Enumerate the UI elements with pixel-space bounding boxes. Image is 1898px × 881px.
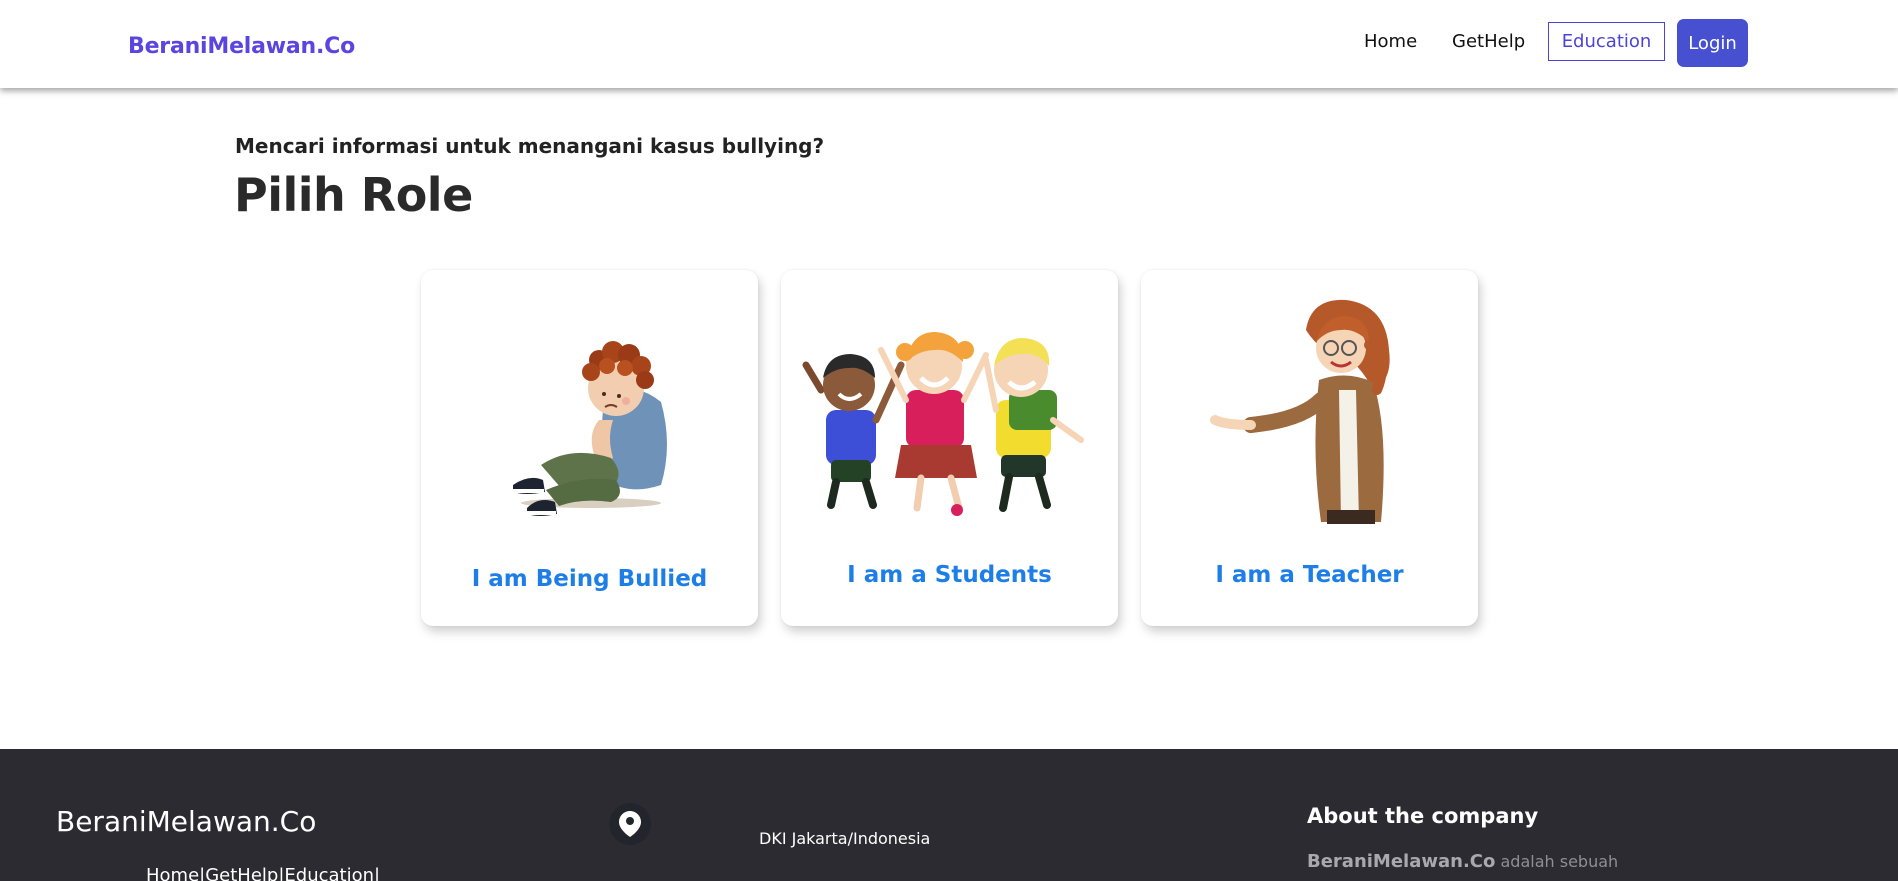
- about-company-description: adalah sebuah: [1500, 852, 1619, 871]
- footer-links[interactable]: Home|GetHelp|Education|: [146, 865, 380, 881]
- role-card-bullied[interactable]: I am Being Bullied: [421, 270, 758, 626]
- role-card-teacher[interactable]: I am a Teacher: [1141, 270, 1478, 626]
- role-card-students[interactable]: I am a Students: [781, 270, 1118, 626]
- sad-boy-illustration: [513, 341, 667, 516]
- footer-brand[interactable]: BeraniMelawan.Co: [56, 805, 316, 838]
- map-pin-icon: [609, 803, 651, 845]
- footer-location: DKI Jakarta/Indonesia: [759, 829, 931, 848]
- role-label-bullied[interactable]: I am Being Bullied: [421, 566, 758, 592]
- login-button[interactable]: Login: [1677, 19, 1748, 67]
- about-company-title: About the company: [1307, 804, 1539, 828]
- role-label-students[interactable]: I am a Students: [781, 562, 1118, 588]
- about-company-text: BeraniMelawan.Co adalah sebuah: [1307, 851, 1637, 872]
- nav-home-link[interactable]: Home: [1364, 31, 1417, 52]
- nav-education-button[interactable]: Education: [1548, 22, 1665, 61]
- teacher-illustration: [1210, 299, 1390, 524]
- role-label-teacher[interactable]: I am a Teacher: [1141, 562, 1478, 588]
- brand-logo[interactable]: BeraniMelawan.Co: [128, 34, 355, 59]
- navbar: BeraniMelawan.Co Home GetHelp Education …: [0, 0, 1898, 88]
- footer: BeraniMelawan.Co Home|GetHelp|Education|…: [0, 749, 1898, 881]
- about-company-brand: BeraniMelawan.Co: [1307, 851, 1496, 872]
- nav-gethelp-link[interactable]: GetHelp: [1452, 31, 1525, 52]
- page-subtitle: Mencari informasi untuk menangani kasus …: [235, 134, 825, 158]
- happy-students-illustration: [802, 332, 1084, 516]
- page-title: Pilih Role: [234, 168, 473, 222]
